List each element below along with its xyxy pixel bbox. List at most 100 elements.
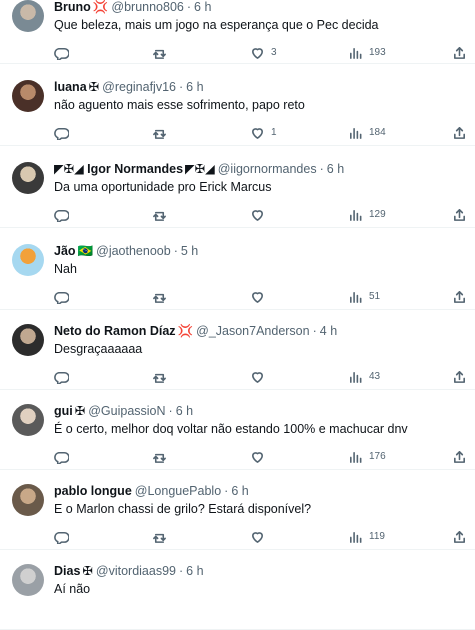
timestamp[interactable]: 6 h [327,162,344,176]
share-button[interactable] [452,446,467,466]
views-button[interactable]: 51 [348,286,380,306]
separator-dot: · [186,0,192,14]
share-button[interactable] [452,286,467,306]
tweet-reply[interactable]: Dias ✠ @vitordiaas99 · 6 h Aí não [0,550,475,630]
heart-icon [252,451,263,463]
share-button[interactable] [452,204,467,224]
avatar[interactable] [12,0,44,32]
handle[interactable]: @GuipassioN [88,404,165,418]
tweet-reply[interactable]: Bruno 💢 @brunno806 · 6 h Que beleza, mais um … [0,0,475,64]
tweet-reply[interactable]: luana ✠ @reginafjv16 · 6 h não aguento mais e… [0,66,475,146]
reply-button[interactable] [54,446,75,466]
likes-count: 1 [271,126,277,138]
retweet-button[interactable] [152,366,173,386]
like-button[interactable] [250,286,271,306]
views-button[interactable]: 119 [348,526,385,546]
separator-dot: · [168,404,173,418]
heart-icon [252,371,263,383]
timestamp[interactable]: 6 h [231,484,248,498]
tweet-actions: 119 [54,526,466,546]
tweet-actions: 51 [54,286,466,306]
tweet-reply[interactable]: pablo longue @LonguePablo · 6 h E o Marlon c… [0,470,475,550]
share-button[interactable] [452,526,467,546]
display-name[interactable]: ◤✠◢ Igor Normandes [54,162,183,176]
retweet-icon [153,49,166,59]
tweet-reply[interactable]: ◤✠◢ Igor Normandes ◤✠◢ @iigornormandes · 6 h… [0,148,475,228]
share-button[interactable] [452,366,467,386]
handle[interactable]: @LonguePablo [135,484,221,498]
display-name[interactable]: gui [54,404,73,418]
like-button[interactable]: 1 [250,122,277,142]
share-button[interactable] [452,42,467,62]
tweet-text: Nah [54,262,77,276]
like-button[interactable] [250,526,271,546]
avatar[interactable] [12,484,44,516]
views-button[interactable]: 129 [348,204,386,224]
display-name[interactable]: Bruno [54,0,91,14]
handle[interactable]: @jaothenoob [96,244,171,258]
reply-button[interactable] [54,286,75,306]
reply-button[interactable] [54,526,75,546]
reply-button[interactable] [54,366,75,386]
handle[interactable]: @_Jason7Anderson [196,324,309,338]
display-name[interactable]: luana [54,80,87,94]
bar-chart-icon [350,291,362,303]
views-button[interactable]: 184 [348,122,386,142]
reply-button[interactable] [54,122,75,142]
tweet-reply[interactable]: Jão 🇧🇷 @jaothenoob · 5 h Nah 51 [0,230,475,310]
retweet-icon [153,453,166,463]
retweet-button[interactable] [152,204,173,224]
retweet-button[interactable] [152,122,173,142]
avatar[interactable] [12,244,44,276]
timestamp[interactable]: 6 h [176,404,193,418]
tweet-header: Bruno 💢 @brunno806 · 6 h [54,0,464,16]
retweet-button[interactable] [152,446,173,466]
retweet-button[interactable] [152,526,173,546]
share-icon [454,46,465,59]
views-button[interactable]: 193 [348,42,386,62]
name-badge: ◤✠◢ [185,162,215,176]
timestamp[interactable]: 6 h [194,0,211,14]
like-button[interactable] [250,204,271,224]
tweet-text: E o Marlon chassi de grilo? Estará dispo… [54,502,312,516]
share-icon [454,208,465,221]
display-name[interactable]: pablo longue [54,484,132,498]
name-badge: 🇧🇷 [77,244,94,258]
handle[interactable]: @iigornormandes [218,162,317,176]
avatar[interactable] [12,80,44,112]
separator-dot: · [319,162,324,176]
avatar[interactable] [12,162,44,194]
timestamp[interactable]: 6 h [186,564,203,578]
like-button[interactable] [250,446,271,466]
tweet-text: Que beleza, mais um jogo na esperança qu… [54,18,379,32]
tweet-actions: 129 [54,204,466,224]
like-button[interactable]: 3 [250,42,277,62]
timestamp[interactable]: 5 h [181,244,198,258]
handle[interactable]: @reginafjv16 [102,80,176,94]
avatar[interactable] [12,324,44,356]
separator-dot: · [224,484,229,498]
retweet-button[interactable] [152,286,173,306]
retweet-button[interactable] [152,42,173,62]
tweet-reply[interactable]: Neto do Ramon Díaz 💢 @_Jason7Anderson · 4 h D… [0,310,475,390]
timestamp[interactable]: 6 h [186,80,203,94]
like-button[interactable] [250,366,271,386]
tweet-reply[interactable]: gui ✠ @GuipassioN · 6 h É o certo, melhor doq… [0,390,475,470]
avatar[interactable] [12,564,44,596]
retweet-icon [153,293,166,303]
share-icon [454,450,465,463]
reply-icon [54,209,69,222]
avatar[interactable] [12,404,44,436]
display-name[interactable]: Jão [54,244,76,258]
views-button[interactable]: 43 [348,366,380,386]
display-name[interactable]: Neto do Ramon Díaz [54,324,176,338]
timestamp[interactable]: 4 h [320,324,337,338]
display-name[interactable]: Dias [54,564,80,578]
share-button[interactable] [452,122,467,142]
views-button[interactable]: 176 [348,446,386,466]
reply-button[interactable] [54,42,75,62]
handle[interactable]: @brunno806 [111,0,183,14]
tweet-header: luana ✠ @reginafjv16 · 6 h [54,78,464,96]
handle[interactable]: @vitordiaas99 [96,564,176,578]
reply-button[interactable] [54,204,75,224]
